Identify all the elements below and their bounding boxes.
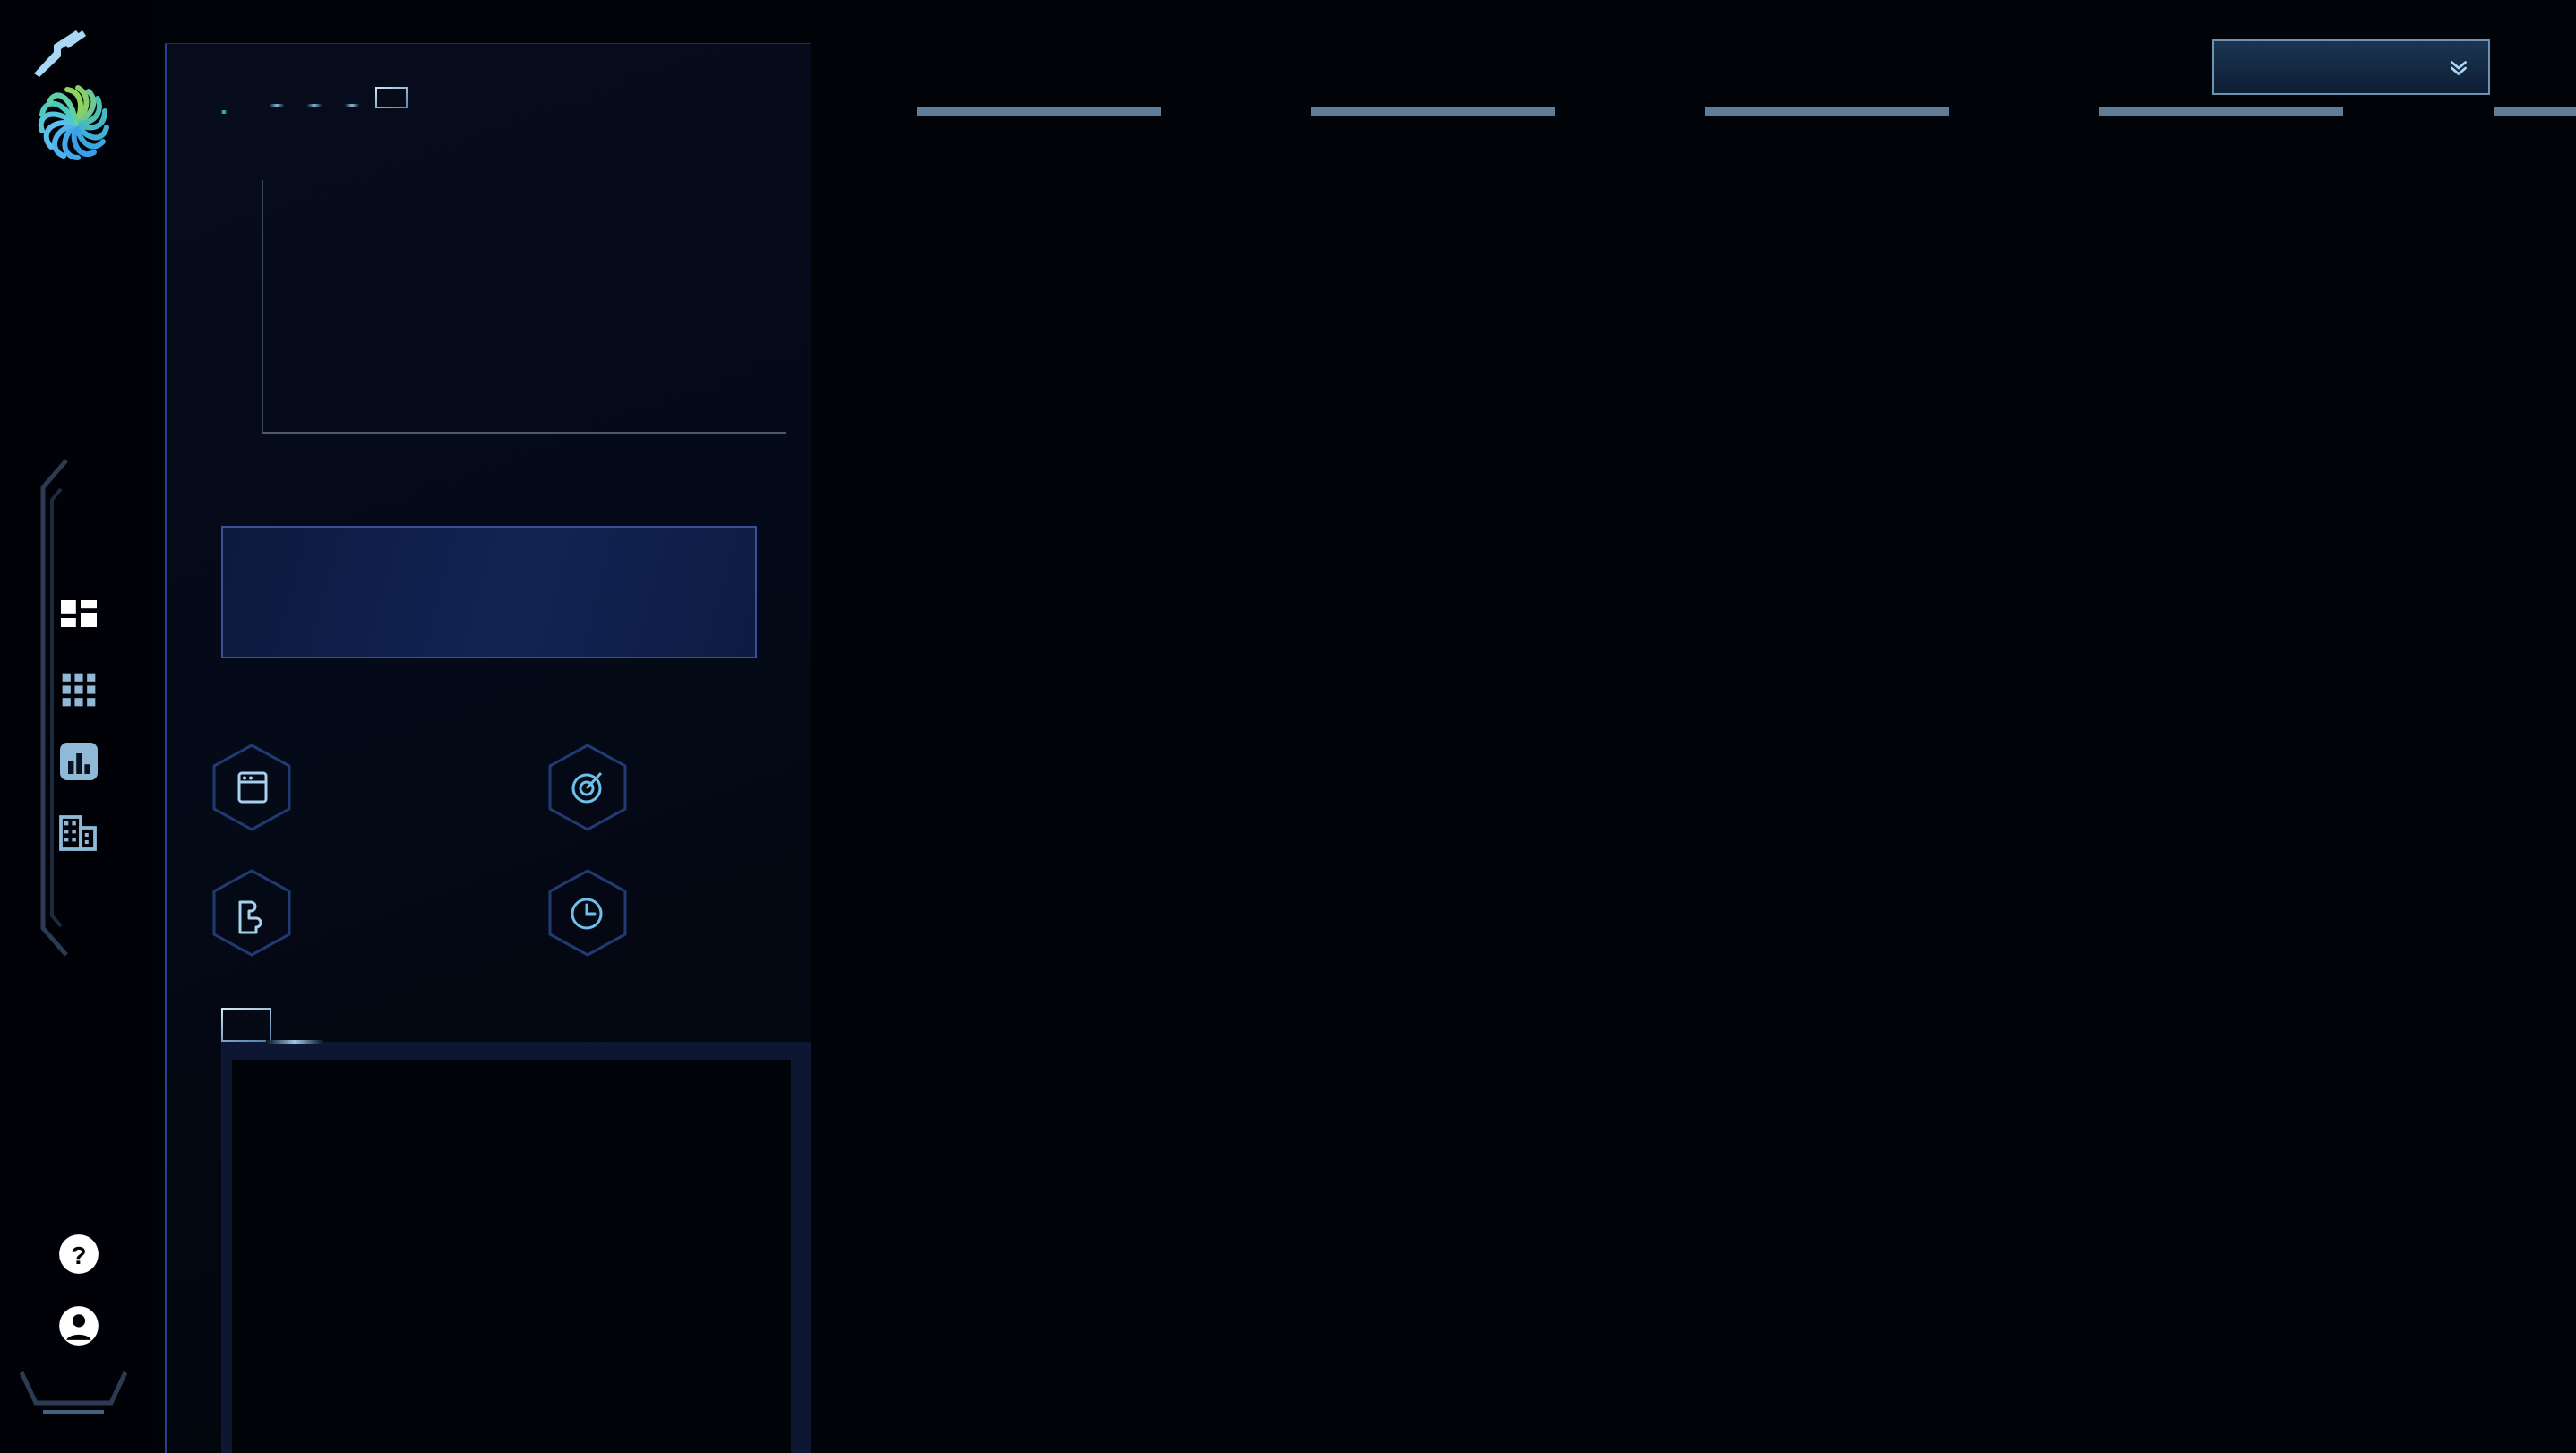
critical-findings-hex bbox=[546, 743, 629, 832]
building-icon bbox=[59, 815, 97, 851]
dashboard-root: ? bbox=[0, 0, 2576, 1453]
filter-type[interactable] bbox=[1311, 107, 1555, 142]
scanned-apps-stats bbox=[210, 743, 811, 958]
stat-critical-findings[interactable] bbox=[546, 743, 811, 832]
findings-trend-chart bbox=[167, 144, 811, 503]
filter-exploitability[interactable] bbox=[2494, 107, 2576, 142]
panel-tabs bbox=[221, 1008, 811, 1044]
rail-bracket-bottom-decoration bbox=[20, 1371, 127, 1414]
filter-indicator-bar bbox=[1705, 107, 1949, 116]
sidebar-nav bbox=[0, 582, 158, 869]
time-range-tabs bbox=[262, 87, 408, 114]
svg-text:?: ? bbox=[71, 1242, 86, 1269]
sidebar-bottom-nav: ? bbox=[0, 1218, 158, 1362]
sidebar-item-apps[interactable] bbox=[0, 654, 158, 726]
table-header bbox=[221, 1042, 811, 1453]
findings-line-chart bbox=[262, 180, 786, 434]
stat-no-scans[interactable] bbox=[210, 868, 546, 958]
sidebar-item-account[interactable] bbox=[0, 1290, 158, 1362]
fixes-by-app-table bbox=[221, 1042, 811, 1453]
left-sidebar: ? bbox=[0, 0, 158, 1453]
account-icon bbox=[59, 1306, 99, 1346]
sidebar-item-help[interactable]: ? bbox=[0, 1218, 158, 1290]
time-range-7-days[interactable] bbox=[300, 90, 329, 108]
filter-bar bbox=[917, 107, 2576, 142]
help-icon: ? bbox=[59, 1234, 99, 1274]
tab-findings-by-team[interactable] bbox=[266, 1008, 323, 1044]
stat-contribution[interactable] bbox=[546, 868, 811, 958]
dashboard-grid-icon bbox=[61, 600, 97, 627]
filter-severity[interactable] bbox=[1705, 107, 1949, 142]
bar-chart-icon bbox=[60, 743, 98, 780]
no-scans-hex bbox=[210, 868, 293, 958]
tab-fixes-by-app[interactable] bbox=[221, 1008, 271, 1042]
apps-grid-icon bbox=[62, 673, 96, 707]
qwiet-spiral-logo[interactable] bbox=[27, 27, 125, 161]
filter-indicator-bar bbox=[917, 107, 1161, 116]
findings-panel-header bbox=[167, 44, 811, 114]
double-chevron-down-icon bbox=[2451, 61, 2467, 75]
stat-new-apps[interactable] bbox=[210, 743, 546, 832]
filter-indicator-bar bbox=[2494, 107, 2576, 116]
time-range-30-days[interactable] bbox=[375, 87, 408, 108]
time-range-14-days[interactable] bbox=[338, 90, 366, 108]
findings-panel bbox=[165, 43, 811, 1453]
filter-reachability[interactable] bbox=[2099, 107, 2343, 142]
findings-sankey-diagram bbox=[878, 260, 2576, 1453]
sidebar-item-dashboard[interactable] bbox=[0, 582, 158, 654]
sidebar-item-reports[interactable] bbox=[0, 726, 158, 797]
contribution-hex bbox=[546, 868, 629, 958]
filter-indicator-bar bbox=[1311, 107, 1555, 116]
time-range-3-days[interactable] bbox=[262, 90, 291, 108]
new-findings-card[interactable] bbox=[221, 526, 757, 658]
filter-date-range[interactable] bbox=[917, 107, 1161, 142]
sidebar-item-organization[interactable] bbox=[0, 797, 158, 869]
new-apps-hex bbox=[210, 743, 293, 832]
findings-filter-button[interactable] bbox=[2212, 39, 2490, 95]
filter-indicator-bar bbox=[2099, 107, 2343, 116]
column-header-app bbox=[232, 1060, 791, 1453]
